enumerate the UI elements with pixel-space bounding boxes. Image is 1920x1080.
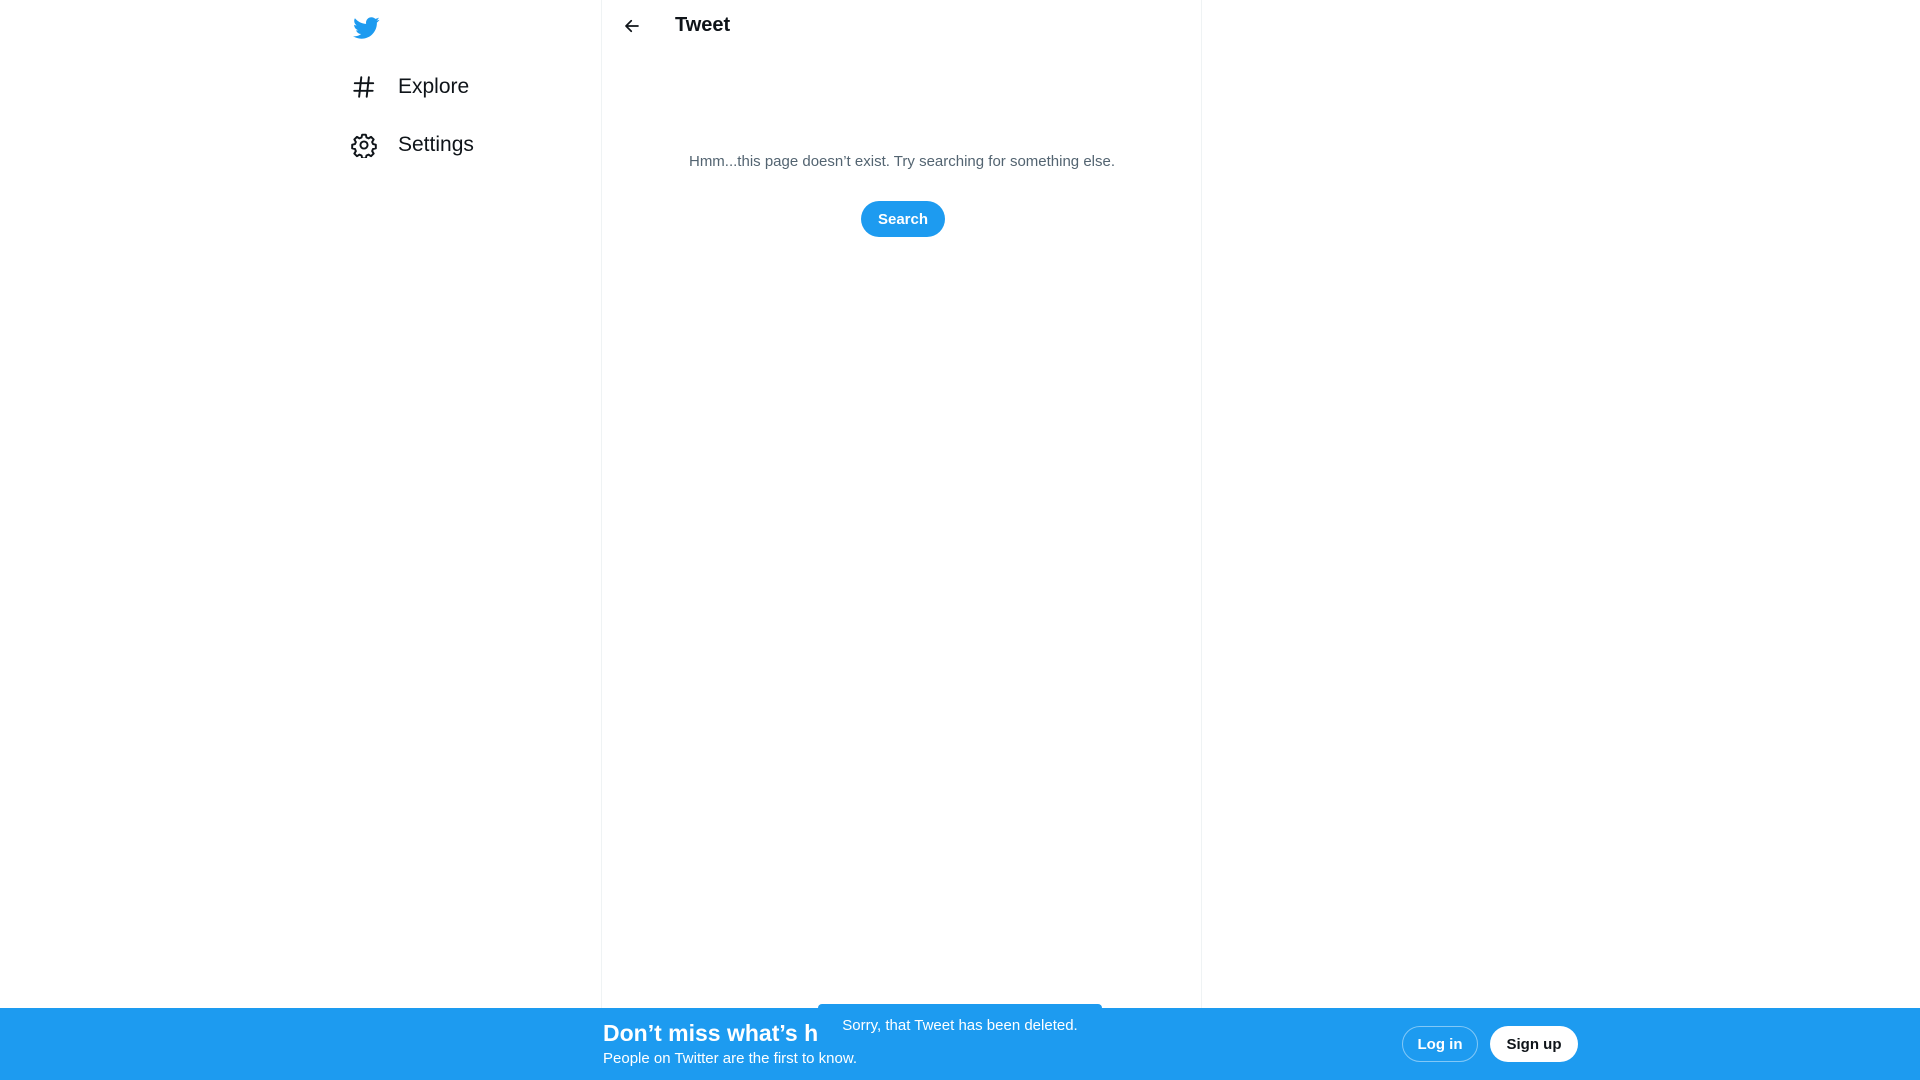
twitter-bird-icon <box>353 17 380 39</box>
left-navigation: Explore Settings <box>338 0 602 1080</box>
login-button[interactable]: Log in <box>1402 1026 1478 1062</box>
arrow-left-icon <box>625 19 639 33</box>
sidebar-item-label: Settings <box>398 133 474 156</box>
page-header: Tweet <box>603 0 1201 53</box>
hashtag-icon <box>350 73 378 101</box>
sidebar-item-label: Explore <box>398 75 470 98</box>
sidebar-item-settings[interactable]: Settings <box>350 120 490 170</box>
toast-notification: Sorry, that Tweet has been deleted. <box>818 1004 1102 1046</box>
sidebar-item-explore[interactable]: Explore <box>350 62 485 112</box>
search-button[interactable]: Search <box>861 201 945 237</box>
app-root: Explore Settings Tweet Hmm...this page d… <box>0 0 1920 1080</box>
signup-button[interactable]: Sign up <box>1490 1026 1578 1062</box>
twitter-logo-icon[interactable] <box>350 12 382 44</box>
banner-title: Don’t miss what’s h <box>603 1020 819 1046</box>
back-button[interactable] <box>615 9 649 43</box>
gear-icon <box>350 131 378 159</box>
empty-state-message: Hmm...this page doesn’t exist. Try searc… <box>688 153 1116 170</box>
main-column: Tweet Hmm...this page doesn’t exist. Try… <box>603 0 1202 1080</box>
page-title: Tweet <box>675 14 731 36</box>
banner-subtitle: People on Twitter are the first to know. <box>603 1050 858 1067</box>
